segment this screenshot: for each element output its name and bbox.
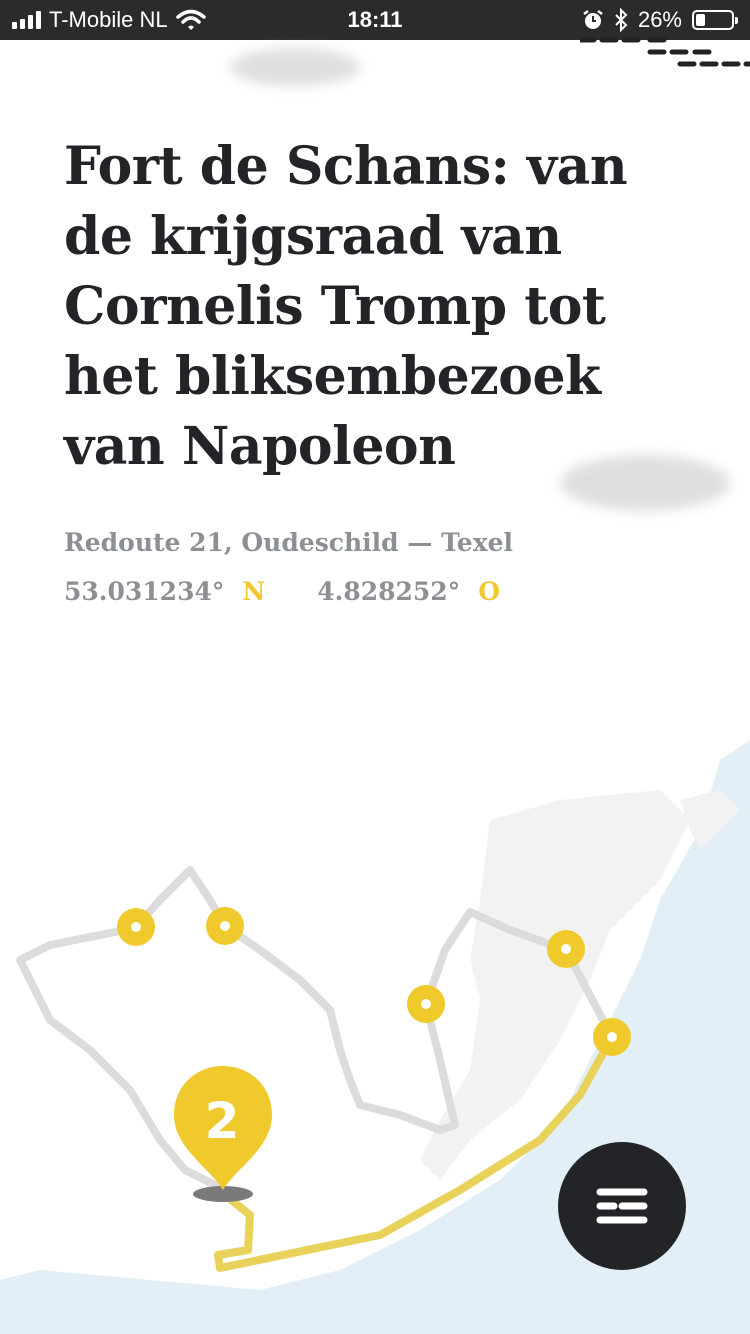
cloud-decoration [230,48,360,86]
address: Redoute 21, Oudeschild — Texel [64,528,514,557]
latitude-direction: N [242,577,266,606]
longitude-direction: O [478,577,500,606]
longitude: 4.828252° [317,577,461,606]
coordinates: 53.031234° N 4.828252° O [64,577,500,606]
map-marker[interactable] [407,985,445,1023]
wind-lines-decoration [580,37,750,67]
latitude: 53.031234° [64,577,225,606]
map-marker[interactable] [117,908,155,946]
pin-number: 2 [205,1092,240,1150]
map-marker[interactable] [547,930,585,968]
active-location-pin[interactable]: 2 [174,1066,272,1202]
menu-button[interactable] [558,1142,686,1270]
map-marker[interactable] [206,907,244,945]
page-title: Fort de Schans: van de krijgsraad van Co… [64,136,628,477]
map-marker[interactable] [593,1018,631,1056]
menu-icon [596,1188,648,1224]
